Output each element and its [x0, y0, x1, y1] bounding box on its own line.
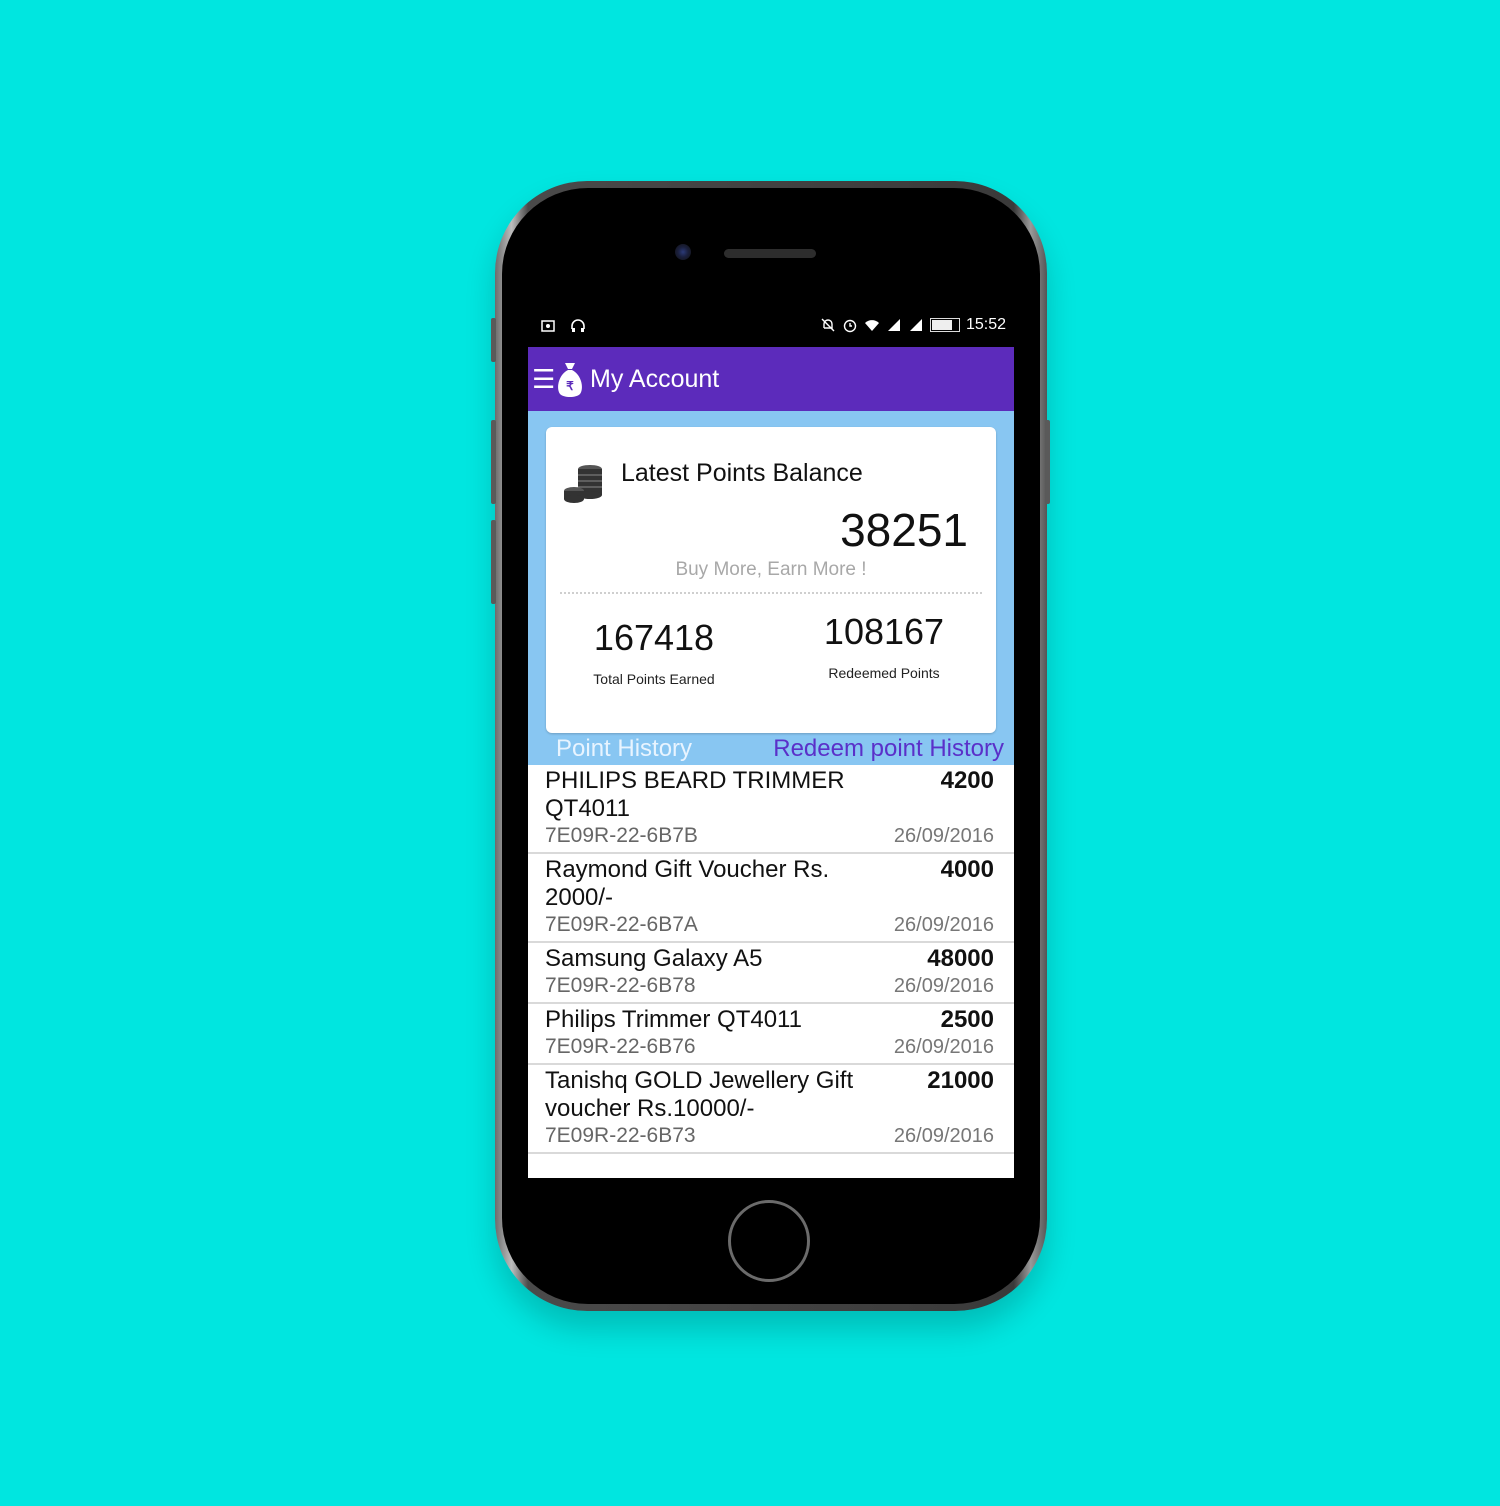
item-name: Samsung Galaxy A5	[545, 945, 763, 972]
item-points: 21000	[927, 1067, 994, 1094]
earpiece-speaker	[724, 249, 816, 258]
item-code: 7E09R-22-6B78	[545, 974, 696, 997]
status-bar: 15:52	[528, 306, 1014, 347]
screenshot-icon	[541, 320, 555, 332]
balance-card: Latest Points Balance 38251 Buy More, Ea…	[546, 427, 996, 733]
item-name: Tanishq GOLD Jewellery Gift voucher Rs.1…	[545, 1067, 854, 1122]
total-points-stat: 167418 Total Points Earned	[554, 617, 754, 687]
home-button[interactable]	[728, 1200, 810, 1282]
front-camera	[675, 244, 691, 260]
balance-title: Latest Points Balance	[621, 459, 863, 487]
coins-icon	[564, 465, 602, 503]
history-tabs: Point History Redeem point History	[528, 733, 1014, 765]
item-date: 26/09/2016	[893, 975, 994, 997]
battery-icon	[929, 318, 960, 332]
item-name: Raymond Gift Voucher Rs. 2000/-	[545, 856, 830, 911]
page-title: My Account	[590, 364, 720, 393]
list-item[interactable]: Philips Trimmer QT4011 2500 7E09R-22-6B76…	[528, 1004, 1014, 1065]
list-item[interactable]: Samsung Galaxy A5 48000 7E09R-22-6B78 26/0…	[528, 943, 1014, 1004]
item-code: 7E09R-22-6B76	[545, 1035, 696, 1058]
item-code: 7E09R-22-6B7A	[545, 913, 698, 936]
volume-up-button	[491, 420, 496, 504]
points-balance: 38251	[840, 504, 968, 556]
svg-text:₹: ₹	[566, 379, 574, 393]
wifi-icon	[864, 320, 879, 331]
item-name: PHILIPS BEARD TRIMMER QT4011	[545, 767, 845, 822]
total-points-label: Total Points Earned	[593, 671, 715, 687]
balance-section: Latest Points Balance 38251 Buy More, Ea…	[528, 411, 1014, 733]
status-time: 15:52	[965, 316, 1006, 333]
item-code: 7E09R-22-6B7B	[545, 824, 698, 847]
item-points: 4200	[940, 767, 994, 794]
item-date: 26/09/2016	[893, 1036, 994, 1058]
item-date: 26/09/2016	[893, 1125, 994, 1147]
mute-switch	[491, 318, 496, 362]
item-points: 2500	[940, 1006, 994, 1033]
tab-point-history[interactable]: Point History	[556, 735, 692, 763]
power-button	[1045, 420, 1050, 504]
app-screen: 15:52 ☰ ₹ My Account Latest Points Balan…	[528, 306, 1014, 1178]
volume-down-button	[491, 520, 496, 604]
item-points: 4000	[940, 856, 994, 883]
money-bag-icon: ₹	[558, 363, 582, 397]
list-item[interactable]: PHILIPS BEARD TRIMMER QT4011 4200 7E09R-2…	[528, 765, 1014, 854]
redeem-list: PHILIPS BEARD TRIMMER QT4011 4200 7E09R-2…	[528, 765, 1014, 1154]
item-points: 48000	[927, 945, 994, 972]
signal-icon-1	[887, 319, 900, 331]
item-name: Philips Trimmer QT4011	[545, 1006, 802, 1033]
menu-icon[interactable]: ☰	[532, 364, 555, 395]
list-item[interactable]: Raymond Gift Voucher Rs. 2000/- 4000 7E09…	[528, 854, 1014, 943]
list-item[interactable]: Tanishq GOLD Jewellery Gift voucher Rs.1…	[528, 1065, 1014, 1154]
item-date: 26/09/2016	[893, 825, 994, 847]
tab-redeem-history[interactable]: Redeem point History	[773, 735, 1004, 763]
redeemed-points-stat: 108167 Redeemed Points	[784, 611, 984, 681]
headphones-icon	[571, 319, 585, 332]
notifications-off-icon	[821, 318, 835, 332]
app-bar: ☰ ₹ My Account	[528, 347, 1014, 411]
divider	[560, 592, 982, 594]
redeemed-points-label: Redeemed Points	[828, 665, 940, 681]
total-points-value: 167418	[593, 617, 715, 658]
alarm-icon	[843, 319, 857, 333]
signal-icon-2	[909, 319, 922, 331]
redeemed-points-value: 108167	[823, 611, 945, 652]
item-code: 7E09R-22-6B73	[545, 1124, 696, 1147]
tagline: Buy More, Earn More !	[675, 559, 867, 580]
item-date: 26/09/2016	[893, 914, 994, 936]
